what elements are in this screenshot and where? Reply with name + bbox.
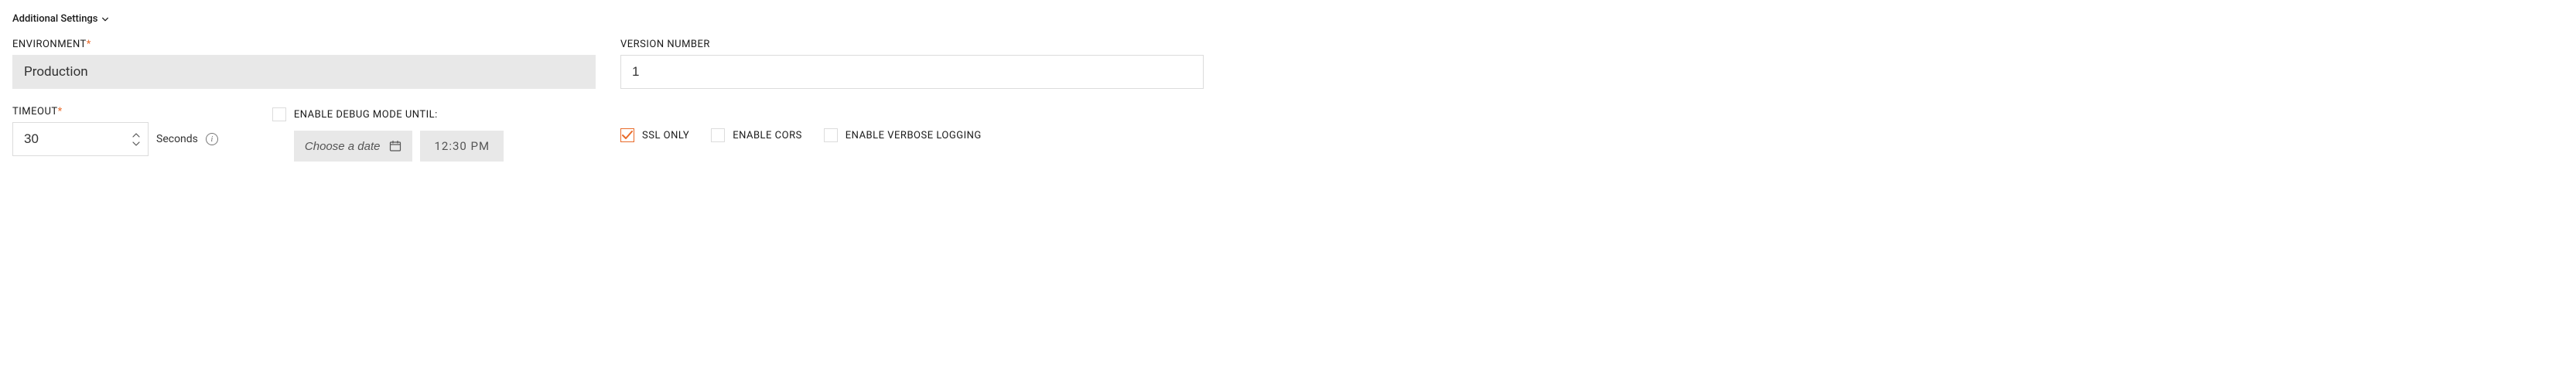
environment-field: ENVIRONMENT* Production xyxy=(12,39,596,89)
environment-value: Production xyxy=(24,64,88,80)
version-number-label: VERSION NUMBER xyxy=(620,39,1204,50)
timeout-field: TIMEOUT* Seconds i xyxy=(12,106,218,156)
enable-verbose-logging-row: ENABLE VERBOSE LOGGING xyxy=(824,127,982,142)
stepper-down-button[interactable] xyxy=(131,139,142,147)
options-checkbox-group: SSL ONLY ENABLE CORS ENABLE VERBOSE LOGG… xyxy=(620,106,1204,162)
environment-input: Production xyxy=(12,55,596,89)
debug-mode-checkbox[interactable] xyxy=(272,107,286,121)
timeout-label: TIMEOUT* xyxy=(12,106,218,117)
ssl-only-checkbox[interactable] xyxy=(620,128,634,142)
timeout-label-text: TIMEOUT xyxy=(12,106,58,117)
enable-verbose-logging-label: ENABLE VERBOSE LOGGING xyxy=(846,130,982,141)
version-number-field: VERSION NUMBER xyxy=(620,39,1204,89)
choose-date-button[interactable]: Choose a date xyxy=(294,131,413,162)
debug-mode-label: ENABLE DEBUG MODE UNTIL: xyxy=(294,109,438,121)
environment-label: ENVIRONMENT* xyxy=(12,39,596,50)
enable-verbose-logging-checkbox[interactable] xyxy=(824,128,838,142)
time-value: 12:30 PM xyxy=(434,139,490,153)
timeout-value[interactable] xyxy=(24,131,125,147)
calendar-icon xyxy=(389,140,401,152)
ssl-only-row: SSL ONLY xyxy=(620,127,689,142)
enable-cors-row: ENABLE CORS xyxy=(711,127,802,142)
timeout-stepper[interactable] xyxy=(12,122,149,156)
required-asterisk: * xyxy=(87,39,91,50)
section-title: Additional Settings xyxy=(12,13,98,25)
date-placeholder: Choose a date xyxy=(305,140,381,153)
stepper-up-button[interactable] xyxy=(131,131,142,139)
time-picker[interactable]: 12:30 PM xyxy=(420,131,504,162)
additional-settings-toggle[interactable]: Additional Settings xyxy=(12,13,109,25)
timeout-debug-row: TIMEOUT* Seconds i xyxy=(12,106,596,162)
timeout-unit: Seconds xyxy=(156,133,198,145)
enable-cors-label: ENABLE CORS xyxy=(733,130,802,141)
stepper-controls xyxy=(131,131,142,147)
environment-label-text: ENVIRONMENT xyxy=(12,39,87,50)
debug-checkbox-row: ENABLE DEBUG MODE UNTIL: xyxy=(272,106,504,121)
debug-controls: Choose a date 12:30 PM xyxy=(294,131,504,162)
chevron-down-icon xyxy=(101,15,109,23)
debug-mode-field: ENABLE DEBUG MODE UNTIL: Choose a date xyxy=(272,106,504,162)
version-number-input[interactable] xyxy=(620,55,1204,89)
enable-cors-checkbox[interactable] xyxy=(711,128,725,142)
info-icon[interactable]: i xyxy=(206,133,218,145)
ssl-only-label: SSL ONLY xyxy=(642,130,689,141)
required-asterisk: * xyxy=(58,106,63,117)
timeout-input-row: Seconds i xyxy=(12,122,218,156)
